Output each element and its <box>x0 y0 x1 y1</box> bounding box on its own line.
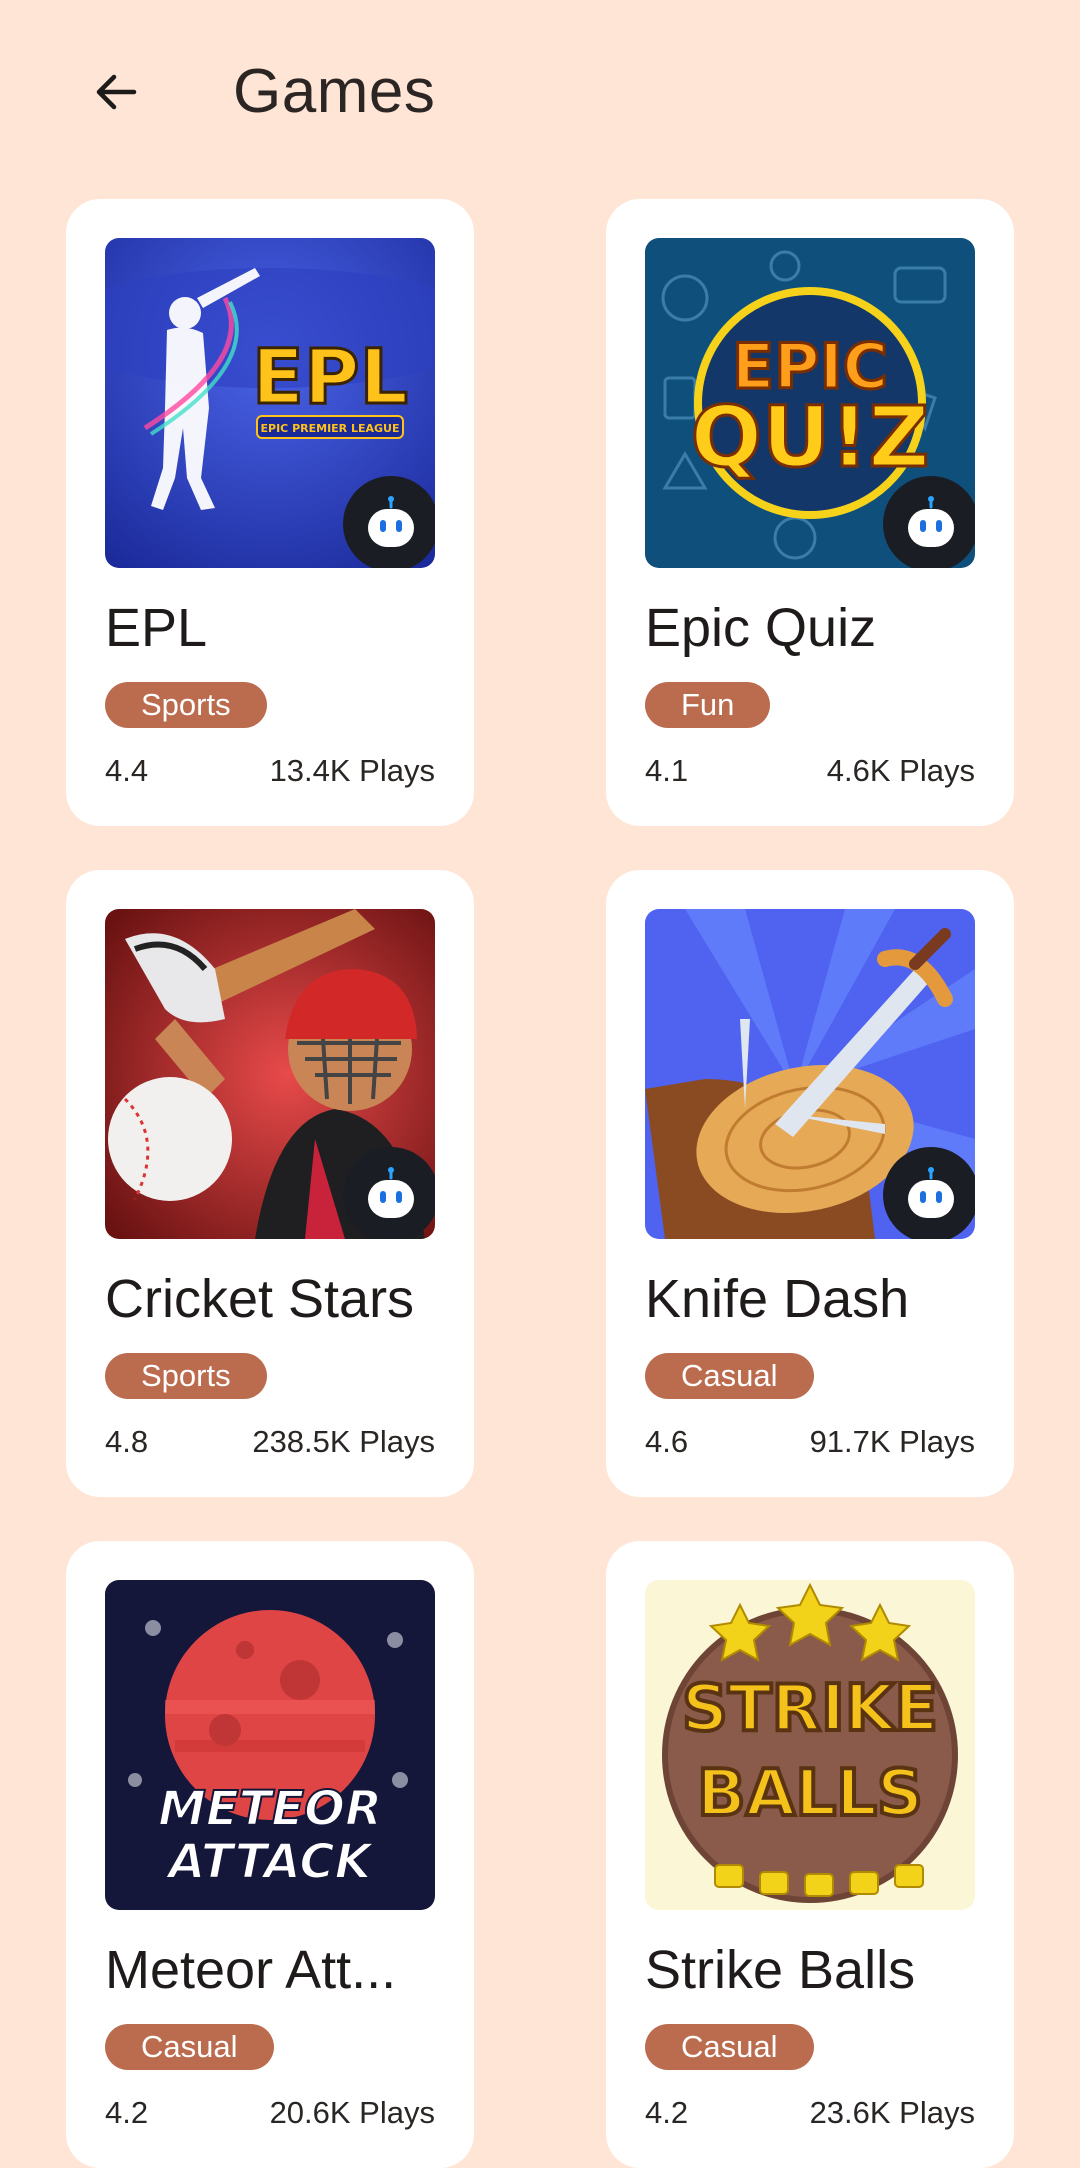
game-card-knife-dash[interactable]: Knife Dash Casual 4.6 91.7K Plays <box>606 870 1014 1497</box>
game-name: Knife Dash <box>645 1269 910 1329</box>
epl-logo-subtext: EPIC PREMIER LEAGUE <box>261 422 400 435</box>
game-name: EPL <box>105 598 208 658</box>
strike-logo-subtext: BALLS <box>697 1757 923 1831</box>
game-name: Cricket Stars <box>105 1269 415 1329</box>
category-chip: Casual <box>645 2024 814 2070</box>
game-thumbnail: EPIC QU!Z <box>645 238 975 568</box>
game-thumbnail: STRIKE BALLS <box>645 1580 975 1910</box>
robot-icon <box>883 476 975 568</box>
category-chip: Casual <box>645 1353 814 1399</box>
category-chip: Casual <box>105 2024 274 2070</box>
game-card-cricket-stars[interactable]: Cricket Stars Sports 4.8 238.5K Plays <box>66 870 474 1497</box>
top-app-bar: Games <box>0 0 1080 180</box>
game-thumbnail: EPL EPIC PREMIER LEAGUE <box>105 238 435 568</box>
game-plays: 23.6K Plays <box>809 2095 975 2130</box>
game-rating: 4.2 <box>645 2095 689 2130</box>
game-plays: 4.6K Plays <box>826 753 975 788</box>
game-thumbnail: METEOR ATTACK <box>105 1580 435 1910</box>
category-chip: Sports <box>105 682 267 728</box>
game-card-epl[interactable]: EPL EPIC PREMIER LEAGUE EPL Sports 4.4 1… <box>66 199 474 826</box>
game-plays: 238.5K Plays <box>252 1424 435 1459</box>
epl-logo-text: EPL <box>252 332 408 421</box>
game-thumbnail <box>645 909 975 1239</box>
category-chip: Sports <box>105 1353 267 1399</box>
robot-icon <box>883 1147 975 1239</box>
game-plays: 91.7K Plays <box>809 1424 975 1459</box>
arrow-left-icon <box>96 74 137 110</box>
game-name: Strike Balls <box>645 1940 916 2000</box>
page-title: Games <box>233 57 436 126</box>
game-rating: 4.6 <box>645 1424 689 1459</box>
strike-logo-text: STRIKE <box>682 1672 938 1746</box>
game-card-epic-quiz[interactable]: EPIC QU!Z Epic Quiz Fun 4.1 4.6K Plays <box>606 199 1014 826</box>
meteor-logo-subtext: ATTACK <box>164 1834 375 1890</box>
robot-icon <box>343 476 435 568</box>
game-rating: 4.8 <box>105 1424 149 1459</box>
game-plays: 13.4K Plays <box>269 753 435 788</box>
games-grid: EPL EPIC PREMIER LEAGUE EPL Sports 4.4 1… <box>66 199 1014 2168</box>
game-plays: 20.6K Plays <box>269 2095 435 2130</box>
meteor-logo-text: METEOR <box>158 1781 382 1837</box>
game-name: Epic Quiz <box>645 598 877 658</box>
game-thumbnail <box>105 909 435 1239</box>
back-button[interactable] <box>80 56 152 128</box>
robot-icon <box>343 1147 435 1239</box>
quiz-logo-subtext: QU!Z <box>691 388 930 486</box>
game-rating: 4.2 <box>105 2095 149 2130</box>
category-chip: Fun <box>645 682 771 728</box>
game-rating: 4.4 <box>105 753 149 788</box>
game-card-meteor-attack[interactable]: METEOR ATTACK Meteor Att... Casual 4.2 2… <box>66 1541 474 2168</box>
game-rating: 4.1 <box>645 753 689 788</box>
game-card-strike-balls[interactable]: STRIKE BALLS Strike Balls Casual 4.2 23.… <box>606 1541 1014 2168</box>
game-name: Meteor Att... <box>105 1940 397 2000</box>
